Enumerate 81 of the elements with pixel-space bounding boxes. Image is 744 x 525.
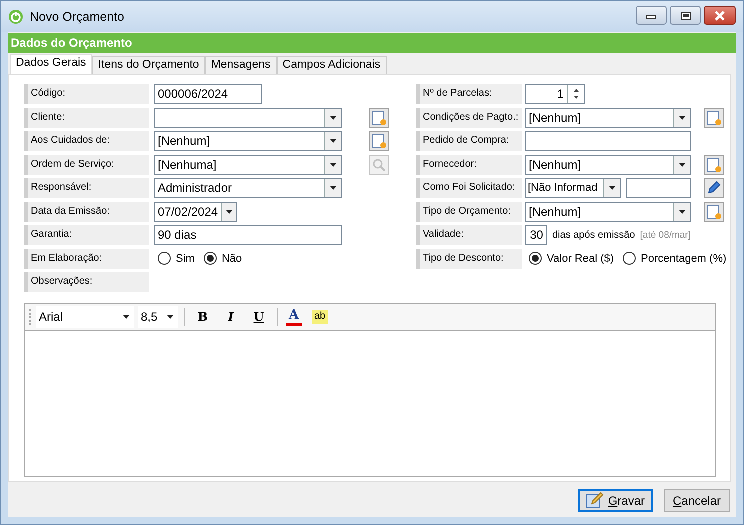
tab[interactable]: Mensagens bbox=[205, 56, 277, 74]
validity-suffix: dias após emissão bbox=[552, 230, 636, 240]
add-button[interactable] bbox=[704, 202, 724, 222]
field-label: Ordem de Serviço: bbox=[24, 154, 149, 174]
field-label: Garantia: bbox=[24, 225, 149, 245]
field-label: Como Foi Solicitado: bbox=[416, 178, 522, 198]
text-field[interactable]: 90 dias bbox=[154, 225, 342, 245]
field-label: Tipo de Orçamento: bbox=[416, 202, 522, 222]
dropdown-arrow-icon bbox=[226, 210, 233, 214]
dropdown-field[interactable]: [Nenhum] bbox=[525, 202, 691, 222]
edit-button[interactable] bbox=[704, 178, 724, 198]
app-logo-icon bbox=[8, 8, 24, 24]
cancel-button[interactable]: Cancelar bbox=[664, 489, 730, 512]
dropdown-arrow-icon bbox=[608, 186, 616, 190]
close-button[interactable] bbox=[704, 6, 736, 25]
font-dropdown[interactable]: Arial bbox=[36, 306, 134, 328]
dropdown-field[interactable] bbox=[154, 108, 342, 128]
radio-option[interactable]: Sim bbox=[158, 252, 195, 265]
dropdown-arrow-icon bbox=[330, 139, 336, 143]
field-label: Condições de Pagto.: bbox=[416, 108, 522, 128]
window-title: Novo Orçamento bbox=[30, 10, 124, 24]
add-button[interactable] bbox=[704, 108, 724, 128]
tab[interactable]: Dados Gerais bbox=[10, 54, 92, 74]
spinner-arrows-icon bbox=[572, 87, 580, 101]
add-button[interactable] bbox=[369, 108, 389, 128]
field-label: Data da Emissão: bbox=[24, 202, 149, 222]
text-field[interactable] bbox=[525, 131, 691, 151]
underline-button[interactable]: U bbox=[249, 310, 269, 324]
dropdown-field[interactable]: [Nenhum] bbox=[525, 154, 691, 174]
number-field[interactable]: 30 bbox=[525, 225, 548, 245]
validity-note: [até 08/mar] bbox=[640, 230, 691, 240]
radio-option[interactable]: Porcentagem (%) bbox=[623, 252, 727, 265]
field-label: Nº de Parcelas: bbox=[416, 84, 522, 104]
pencil-icon bbox=[706, 180, 722, 196]
field-label: Pedido de Compra: bbox=[416, 131, 522, 151]
maximize-icon bbox=[680, 10, 692, 20]
radio-option[interactable]: Não bbox=[204, 252, 242, 265]
dropdown-field[interactable]: Administrador bbox=[154, 178, 342, 198]
dropdown-arrow-icon bbox=[678, 210, 686, 214]
date-field[interactable]: 07/02/2024 bbox=[154, 202, 237, 222]
tab[interactable]: Itens do Orçamento bbox=[92, 56, 206, 74]
bold-button[interactable]: B bbox=[193, 310, 213, 324]
dropdown-arrow-icon bbox=[678, 116, 686, 120]
save-button[interactable]: Gravar bbox=[578, 489, 653, 512]
close-icon bbox=[713, 10, 727, 20]
dropdown-field[interactable]: [Nenhum] bbox=[154, 131, 342, 151]
dropdown-arrow-icon bbox=[123, 315, 130, 319]
dropdown-field[interactable]: [Nenhuma] bbox=[154, 154, 342, 174]
dropdown-arrow-icon bbox=[678, 162, 686, 166]
text-field[interactable] bbox=[626, 178, 691, 198]
highlight-button[interactable]: ab bbox=[312, 310, 328, 324]
text-field[interactable]: 000006/2024 bbox=[154, 84, 262, 104]
dropdown-arrow-icon bbox=[330, 116, 336, 120]
number-spinner[interactable]: 1 bbox=[525, 84, 585, 104]
dropdown-field[interactable]: [Não Informad bbox=[525, 178, 621, 198]
add-button[interactable] bbox=[704, 154, 724, 174]
add-button[interactable] bbox=[369, 131, 389, 151]
italic-button[interactable]: I bbox=[221, 310, 241, 324]
minimize-button[interactable] bbox=[636, 6, 667, 25]
font-color-button[interactable]: A bbox=[286, 308, 302, 326]
field-label: Validade: bbox=[416, 225, 522, 245]
dropdown-field[interactable]: [Nenhum] bbox=[525, 108, 691, 128]
dropdown-arrow-icon bbox=[330, 186, 336, 190]
dropdown-arrow-icon bbox=[167, 315, 174, 319]
field-label: Responsável: bbox=[24, 178, 149, 198]
search-icon bbox=[372, 158, 386, 172]
field-label: Tipo de Desconto: bbox=[416, 248, 522, 268]
field-label: Código: bbox=[24, 84, 149, 104]
field-label: Observações: bbox=[24, 272, 149, 292]
toolbar-grip-icon bbox=[29, 308, 32, 326]
field-label: Cliente: bbox=[24, 108, 149, 128]
font-size-dropdown[interactable]: 8,5 bbox=[138, 306, 178, 328]
maximize-button[interactable] bbox=[670, 6, 701, 25]
dropdown-arrow-icon bbox=[330, 162, 336, 166]
tab[interactable]: Campos Adicionais bbox=[276, 56, 387, 74]
radio-option[interactable]: Valor Real ($) bbox=[529, 252, 614, 265]
section-header: Dados do Orçamento bbox=[8, 33, 736, 53]
field-label: Fornecedor: bbox=[416, 154, 522, 174]
field-label: Aos Cuidados de: bbox=[24, 131, 149, 151]
pencil-note-icon bbox=[586, 492, 604, 510]
field-label: Em Elaboração: bbox=[24, 248, 149, 268]
